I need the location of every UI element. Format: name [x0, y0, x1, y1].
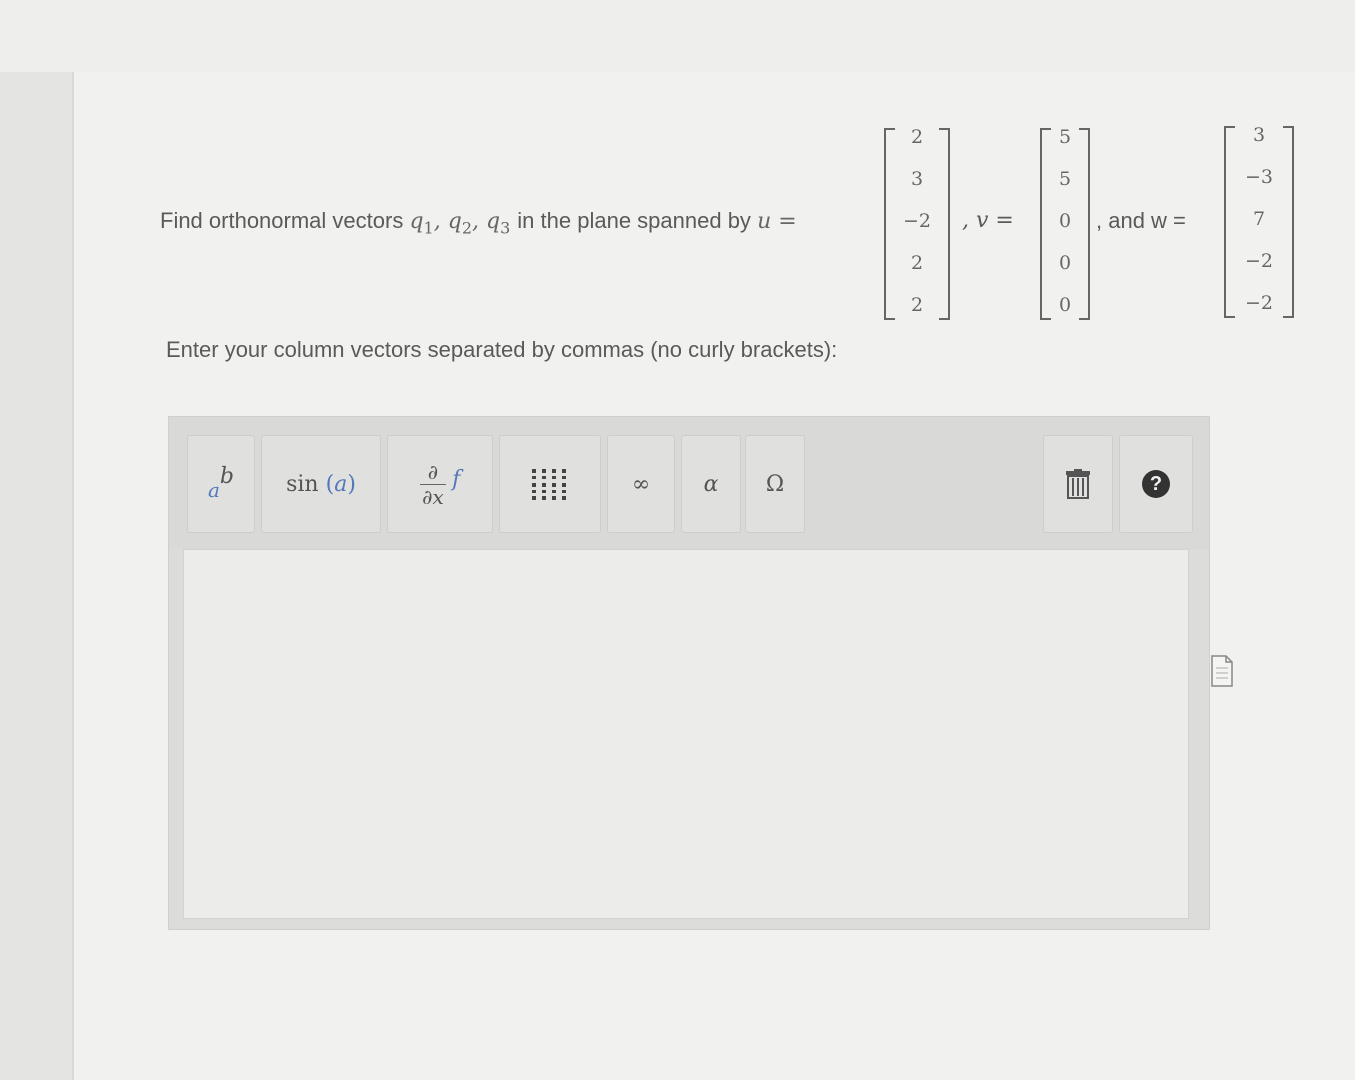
vector-v: 5 5 0 0 0	[1040, 126, 1090, 320]
editor-toolbar: a b sin (a) ∂ ∂x f ∞ α Ω ?	[169, 417, 1209, 549]
vector-u-entry: 3	[910, 168, 924, 190]
help-button[interactable]: ?	[1119, 435, 1193, 533]
symbol-omega-button[interactable]: Ω	[745, 435, 805, 533]
derivative-button[interactable]: ∂ ∂x f	[387, 435, 493, 533]
instructions: Enter your column vectors separated by c…	[166, 337, 838, 362]
clear-button[interactable]	[1043, 435, 1113, 533]
vector-w-entry: −2	[1244, 250, 1273, 272]
vector-v-entry: 0	[1058, 294, 1072, 316]
trig-button[interactable]: sin (a)	[261, 435, 381, 533]
q-vectors: q1, q2, q3	[409, 209, 511, 238]
v-label: , v =	[962, 208, 1014, 233]
vector-w-entry: 7	[1252, 208, 1266, 230]
vector-w-entry: −3	[1244, 166, 1273, 188]
document-icon[interactable]	[1210, 654, 1234, 688]
greek-alpha-button[interactable]: α	[681, 435, 741, 533]
w-label: , and w =	[1096, 208, 1186, 233]
math-editor: a b sin (a) ∂ ∂x f ∞ α Ω ?	[168, 416, 1210, 930]
vector-w-entry: −2	[1244, 292, 1273, 314]
superscript-button[interactable]: a b	[187, 435, 255, 533]
vector-v-entry: 0	[1058, 252, 1072, 274]
vector-u-entry: 2	[910, 126, 924, 148]
question-text: Find orthonormal vectors q1, q2, q3 in t…	[160, 208, 797, 237]
vector-u-entry: 2	[910, 252, 924, 274]
vector-v-entry: 5	[1058, 168, 1072, 190]
answer-input[interactable]	[183, 549, 1189, 919]
vector-u: 2 3 −2 2 2	[884, 126, 950, 320]
infinity-button[interactable]: ∞	[607, 435, 675, 533]
matrix-button[interactable]	[499, 435, 601, 533]
vector-u-entry: −2	[902, 210, 931, 232]
matrix-icon	[532, 469, 566, 500]
trash-icon	[1066, 469, 1090, 499]
vector-w: 3 −3 7 −2 −2	[1224, 124, 1294, 318]
u-label: u =	[757, 209, 797, 234]
top-band	[0, 0, 1355, 73]
help-icon: ?	[1142, 470, 1170, 498]
vector-u-entry: 2	[910, 294, 924, 316]
vector-w-entry: 3	[1252, 124, 1266, 146]
question-prefix: Find orthonormal vectors	[160, 208, 404, 233]
question-middle: in the plane spanned by	[517, 208, 751, 233]
left-margin	[0, 72, 72, 1080]
vector-v-entry: 0	[1058, 210, 1072, 232]
vector-v-entry: 5	[1058, 126, 1072, 148]
